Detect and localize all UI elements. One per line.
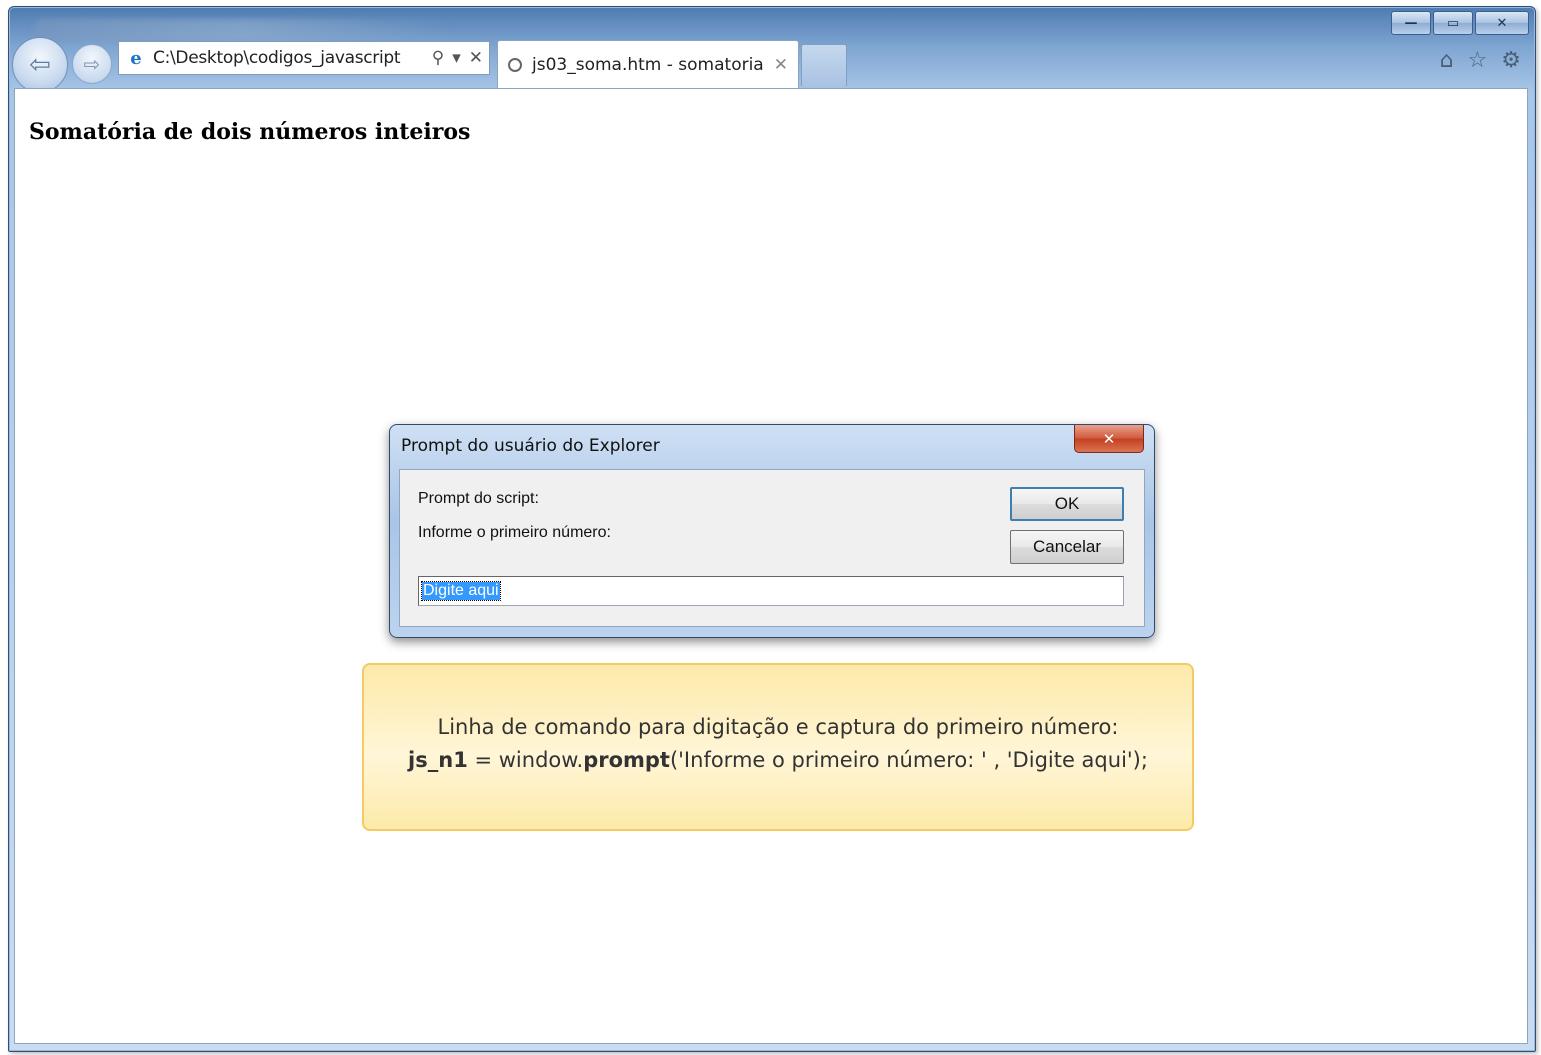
address-icons: ⚲ ▾ ✕ bbox=[432, 48, 483, 68]
dialog-body: Prompt do script: Informe o primeiro núm… bbox=[399, 469, 1145, 627]
minimize-button[interactable]: — bbox=[1391, 11, 1431, 35]
tab-title: js03_soma.htm - somatoria bbox=[532, 54, 764, 75]
dropdown-arrow-icon[interactable]: ▾ bbox=[452, 48, 461, 68]
callout-line-1: Linha de comando para digitação e captur… bbox=[437, 715, 1119, 739]
dialog-title: Prompt do usuário do Explorer bbox=[401, 436, 660, 456]
prompt-input[interactable]: Digite aqui bbox=[418, 576, 1124, 606]
code-equals: = window. bbox=[467, 748, 584, 772]
page-title: Somatória de dois números inteiros bbox=[29, 119, 471, 145]
window-controls: — ▭ ✕ bbox=[1391, 11, 1529, 35]
settings-gear-icon[interactable]: ⚙ bbox=[1501, 48, 1521, 73]
close-window-button[interactable]: ✕ bbox=[1475, 11, 1529, 35]
dialog-close-button[interactable]: ✕ bbox=[1074, 425, 1144, 453]
address-bar[interactable]: e C:\Desktop\codigos_javascript ⚲ ▾ ✕ bbox=[118, 41, 490, 75]
loading-spinner-icon bbox=[508, 57, 522, 72]
callout-line-2: js_n1 = window.prompt('Informe o primeir… bbox=[364, 748, 1192, 772]
code-function: prompt bbox=[583, 748, 670, 772]
maximize-button[interactable]: ▭ bbox=[1433, 11, 1473, 35]
code-variable: js_n1 bbox=[408, 748, 468, 772]
tab-close-icon[interactable]: ✕ bbox=[774, 55, 788, 75]
code-arguments: ('Informe o primeiro número: ' , 'Digite… bbox=[669, 748, 1148, 772]
annotation-callout: Linha de comando para digitação e captur… bbox=[362, 663, 1194, 831]
cancel-button[interactable]: Cancelar bbox=[1010, 530, 1124, 564]
favorites-star-icon[interactable]: ☆ bbox=[1468, 48, 1488, 73]
ok-button[interactable]: OK bbox=[1010, 487, 1124, 521]
stop-icon[interactable]: ✕ bbox=[469, 48, 483, 68]
ie-page-icon: e bbox=[130, 47, 142, 69]
forward-arrow-icon: ⇨ bbox=[83, 52, 101, 76]
back-button[interactable]: ⇦ bbox=[12, 37, 68, 93]
browser-toolbar: ⌂ ☆ ⚙ bbox=[1440, 48, 1521, 73]
window-title-blurred bbox=[33, 19, 453, 41]
home-icon[interactable]: ⌂ bbox=[1440, 48, 1454, 73]
forward-button[interactable]: ⇨ bbox=[72, 44, 112, 84]
tab-active[interactable]: js03_soma.htm - somatoria ✕ bbox=[497, 40, 799, 88]
back-arrow-icon: ⇦ bbox=[29, 50, 51, 80]
new-tab-button[interactable] bbox=[801, 44, 847, 86]
address-text[interactable]: C:\Desktop\codigos_javascript bbox=[153, 48, 432, 68]
prompt-message: Informe o primeiro número: bbox=[418, 524, 611, 541]
close-icon: ✕ bbox=[1102, 429, 1116, 448]
page-content: Somatória de dois números inteiros Promp… bbox=[14, 88, 1528, 1044]
prompt-input-value: Digite aqui bbox=[421, 581, 501, 601]
script-prompt-label: Prompt do script: bbox=[418, 490, 539, 507]
search-icon[interactable]: ⚲ bbox=[432, 48, 444, 68]
prompt-dialog: Prompt do usuário do Explorer ✕ Prompt d… bbox=[389, 424, 1155, 638]
